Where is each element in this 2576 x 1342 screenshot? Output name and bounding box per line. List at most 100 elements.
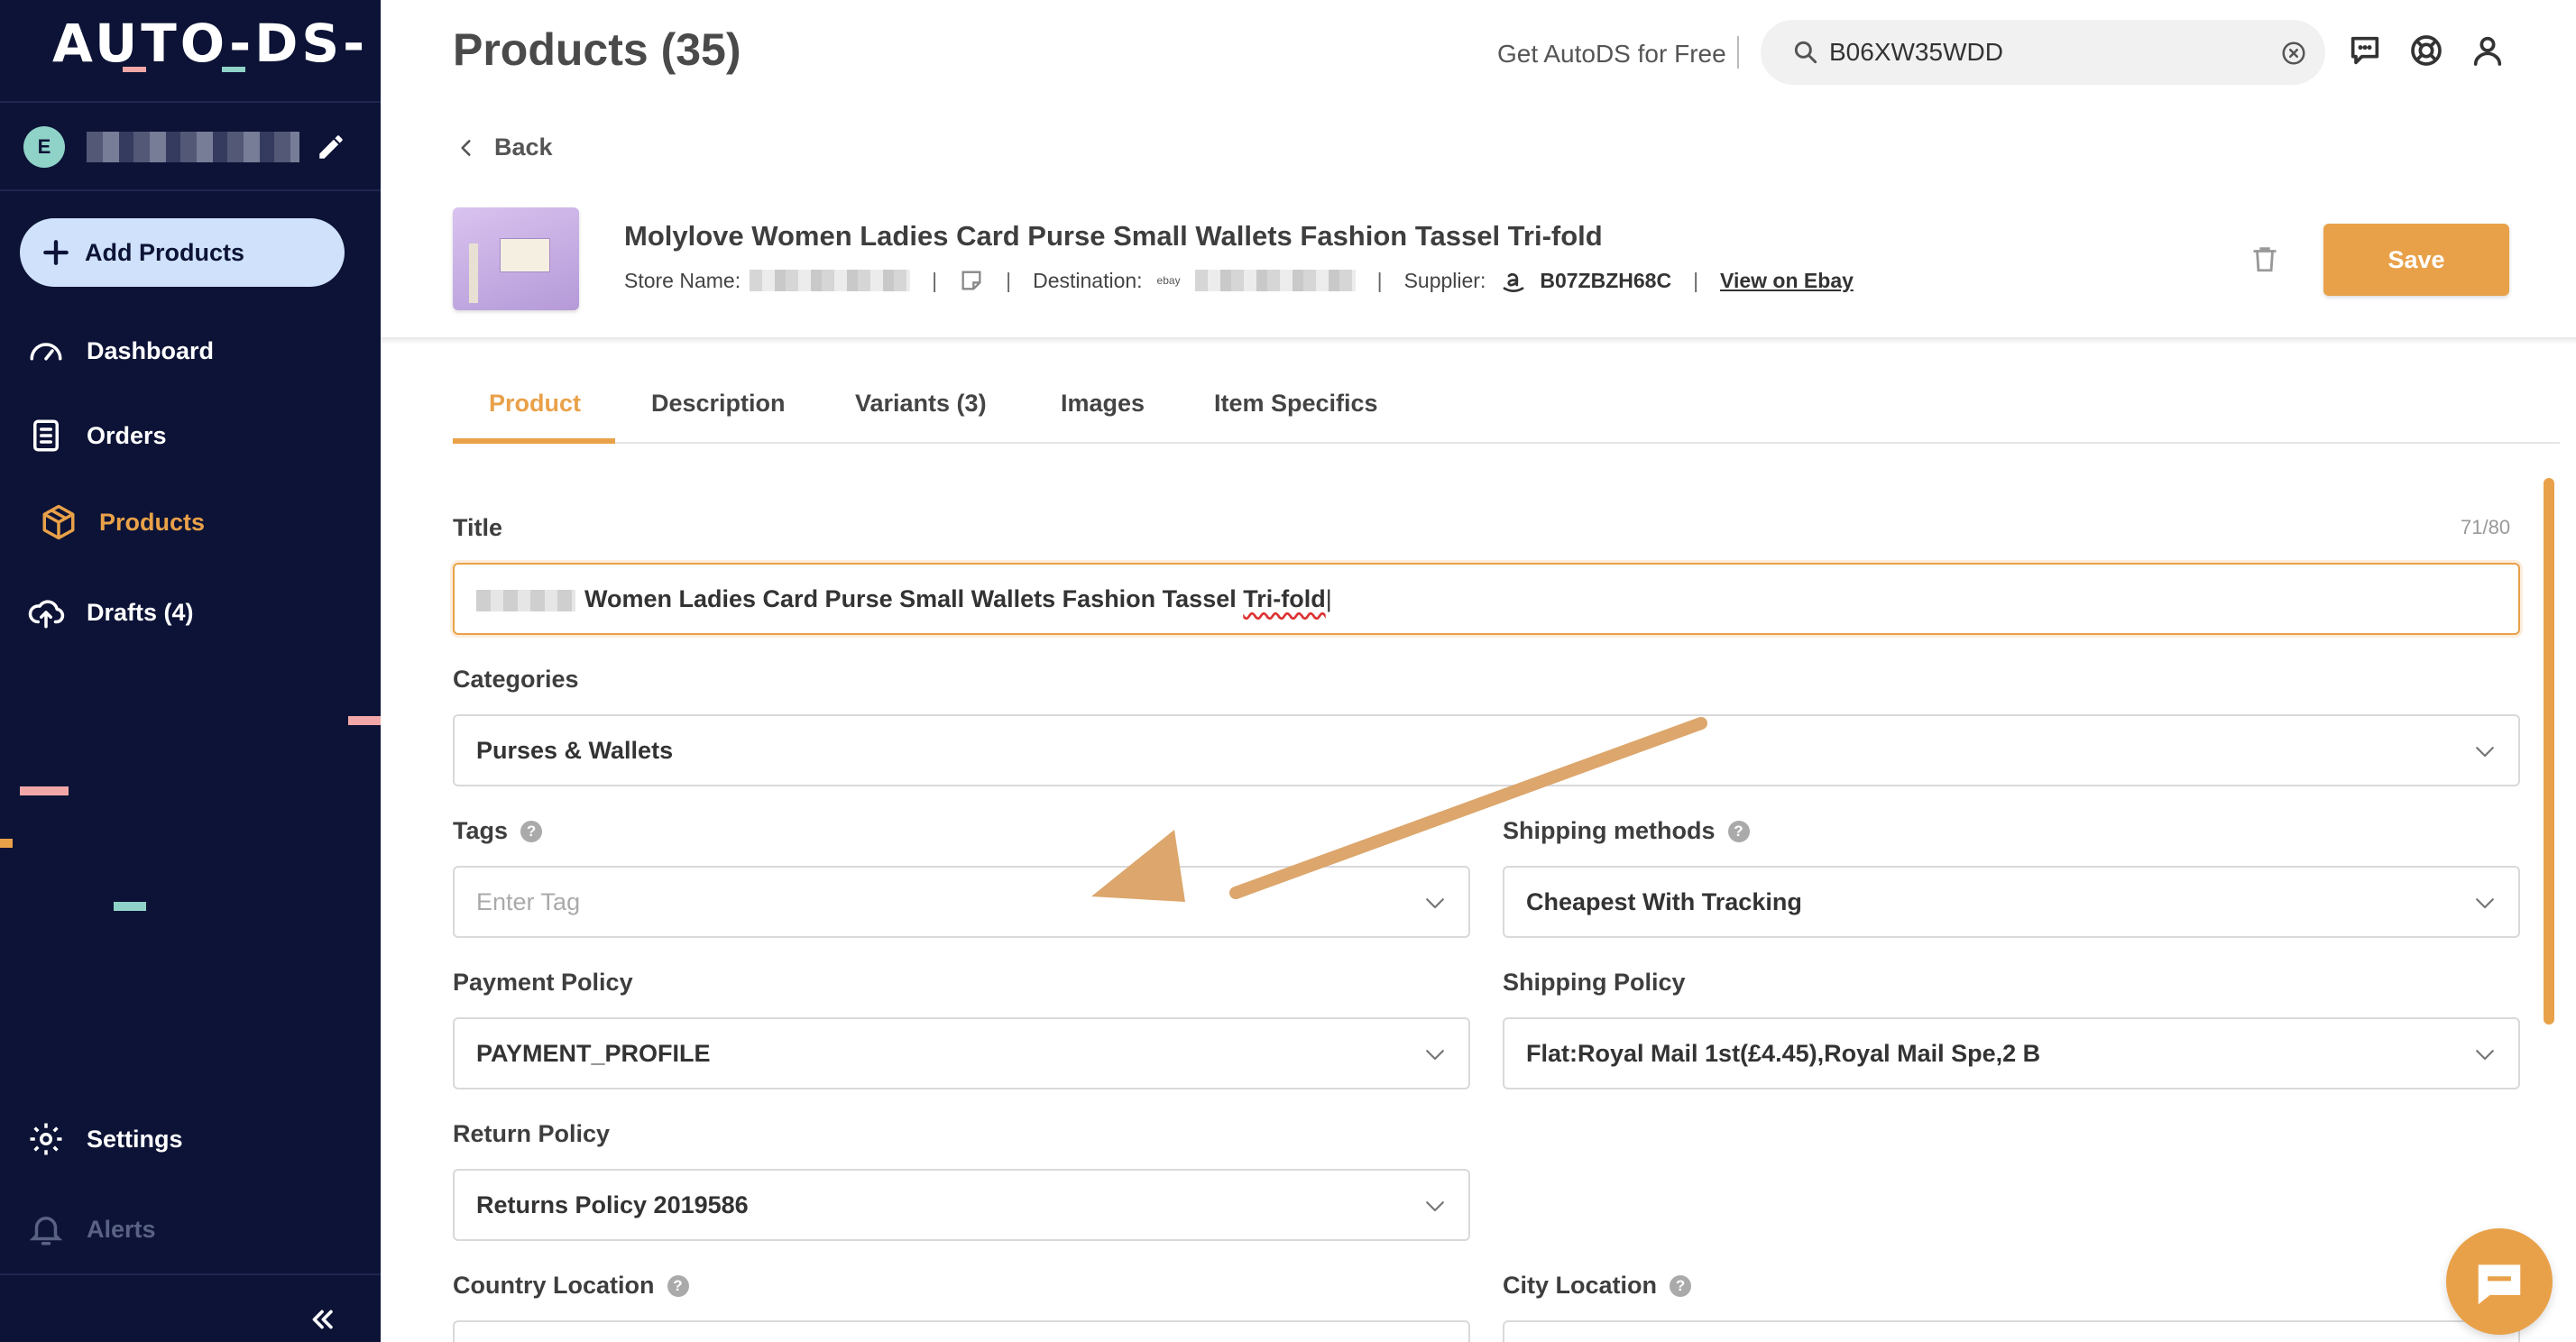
chevron-down-icon xyxy=(1426,1050,1444,1061)
country-location-select[interactable] xyxy=(453,1320,1470,1342)
return-policy-label: Return Policy xyxy=(453,1120,611,1147)
title-value-main: Women Ladies Card Purse Small Wallets Fa… xyxy=(584,585,1237,612)
note-icon[interactable] xyxy=(959,268,984,293)
user-name-blurred xyxy=(87,132,299,162)
chevron-down-icon xyxy=(1426,1201,1444,1212)
meta-separator: | xyxy=(932,268,938,292)
sidebar: AUTO-DS- E Add Products Dashboard Orders… xyxy=(0,0,381,1342)
nav-settings-label: Settings xyxy=(87,1125,183,1153)
nav-dashboard[interactable]: Dashboard xyxy=(27,328,214,373)
categories-label: Categories xyxy=(453,666,579,693)
active-tab-indicator xyxy=(453,438,615,444)
title-label: Title xyxy=(453,514,503,541)
annotation-arrow xyxy=(1091,717,1707,902)
text-caret: | xyxy=(1325,585,1332,612)
help-icon[interactable]: ? xyxy=(520,820,543,842)
meta-separator: | xyxy=(1006,268,1012,292)
title-input[interactable]: Women Ladies Card Purse Small Wallets Fa… xyxy=(453,563,2520,635)
shipping-policy-label: Shipping Policy xyxy=(1503,969,1686,996)
meta-separator: | xyxy=(1376,268,1383,292)
shipping-policy-select[interactable]: Flat:Royal Mail 1st(£4.45),Royal Mail Sp… xyxy=(1503,1017,2520,1089)
search-bar[interactable] xyxy=(1761,20,2325,85)
sidebar-divider xyxy=(0,101,381,103)
payment-policy-label: Payment Policy xyxy=(453,969,633,996)
tab-images[interactable]: Images xyxy=(1061,390,1145,418)
header-shadow xyxy=(381,337,2576,345)
autods-logo[interactable]: AUTO-DS- xyxy=(52,13,368,74)
sidebar-divider xyxy=(0,189,381,191)
header-divider xyxy=(1737,36,1739,69)
tab-variants[interactable]: Variants (3) xyxy=(855,390,987,418)
plus-icon xyxy=(43,240,69,265)
add-products-label: Add Products xyxy=(85,238,245,266)
pencil-icon[interactable] xyxy=(316,132,346,162)
supplier-label: Supplier: xyxy=(1403,268,1486,292)
logo-accent-pink xyxy=(123,67,146,72)
payment-policy-select[interactable]: PAYMENT_PROFILE xyxy=(453,1017,1470,1089)
categories-value: Purses & Wallets xyxy=(476,737,674,764)
help-lifebuoy-icon[interactable] xyxy=(2408,32,2444,69)
search-icon xyxy=(1794,41,1817,64)
view-on-ebay-link[interactable]: View on Ebay xyxy=(1720,269,1854,293)
destination-store-blurred xyxy=(1194,270,1356,291)
chat-feedback-icon[interactable] xyxy=(2347,32,2383,69)
decoration-dash xyxy=(0,839,13,848)
chevron-left-icon xyxy=(461,139,471,156)
back-label: Back xyxy=(494,133,553,161)
chat-bubble-icon xyxy=(2478,1264,2521,1305)
help-icon[interactable]: ? xyxy=(1727,820,1750,842)
tab-item-specifics[interactable]: Item Specifics xyxy=(1214,390,1378,418)
meta-separator: | xyxy=(1693,268,1699,292)
nav-dashboard-label: Dashboard xyxy=(87,336,215,364)
live-chat-button[interactable] xyxy=(2446,1228,2553,1335)
store-name-blurred xyxy=(750,270,911,291)
decoration-dash xyxy=(20,786,69,795)
add-products-button[interactable]: Add Products xyxy=(20,218,345,287)
tab-product[interactable]: Product xyxy=(489,390,581,418)
help-icon[interactable]: ? xyxy=(667,1274,689,1297)
page-scrollbar[interactable] xyxy=(2544,478,2554,1025)
nav-drafts-label: Drafts (4) xyxy=(87,598,194,626)
return-policy-value: Returns Policy 2019586 xyxy=(476,1191,749,1218)
nav-settings[interactable]: Settings xyxy=(27,1117,183,1162)
nav-alerts-label: Alerts xyxy=(87,1215,156,1243)
nav-alerts[interactable]: Alerts xyxy=(27,1207,156,1252)
title-input-value: Women Ladies Card Purse Small Wallets Fa… xyxy=(584,565,1332,633)
city-location-label: City Location? xyxy=(1503,1272,1692,1300)
tags-label: Tags? xyxy=(453,817,543,845)
city-location-input[interactable] xyxy=(1503,1320,2520,1342)
user-account-row[interactable]: E xyxy=(23,124,357,170)
logo-accent-teal xyxy=(222,67,245,72)
country-location-label: Country Location? xyxy=(453,1272,689,1300)
box-icon xyxy=(42,504,75,540)
title-value-spellcheck: Tri-fold xyxy=(1243,585,1326,612)
nav-orders[interactable]: Orders xyxy=(27,413,167,458)
gauge-icon xyxy=(30,343,62,361)
shipping-policy-value: Flat:Royal Mail 1st(£4.45),Royal Mail Sp… xyxy=(1526,1040,2041,1067)
bell-icon xyxy=(29,1217,63,1245)
sidebar-divider xyxy=(0,1273,381,1275)
user-profile-icon[interactable] xyxy=(2470,32,2506,69)
nav-products[interactable]: Products xyxy=(40,500,205,545)
search-input[interactable] xyxy=(1829,31,2235,74)
back-button[interactable]: Back xyxy=(455,133,553,161)
tags-placeholder: Enter Tag xyxy=(476,888,581,915)
user-avatar: E xyxy=(23,126,65,168)
tab-description[interactable]: Description xyxy=(651,390,786,418)
collapse-sidebar-icon[interactable] xyxy=(307,1304,337,1335)
nav-drafts[interactable]: Drafts (4) xyxy=(27,590,194,635)
thumbnail-card-detail xyxy=(500,238,550,272)
nav-products-label: Products xyxy=(99,508,206,536)
clear-search-icon[interactable] xyxy=(2280,40,2307,67)
cloud-upload-icon xyxy=(28,600,65,629)
save-button[interactable]: Save xyxy=(2323,224,2509,296)
get-autods-free-link[interactable]: Get AutoDS for Free xyxy=(1497,40,1726,69)
ebay-logo: ebay xyxy=(1156,274,1181,287)
help-icon[interactable]: ? xyxy=(1670,1274,1692,1297)
title-brand-blurred xyxy=(476,590,575,611)
product-thumbnail[interactable] xyxy=(453,207,579,310)
return-policy-select[interactable]: Returns Policy 2019586 xyxy=(453,1169,1470,1241)
product-title: Molylove Women Ladies Card Purse Small W… xyxy=(624,220,1603,252)
supplier-id: B07ZBZH68C xyxy=(1540,268,1672,292)
trash-icon[interactable] xyxy=(2249,242,2280,276)
